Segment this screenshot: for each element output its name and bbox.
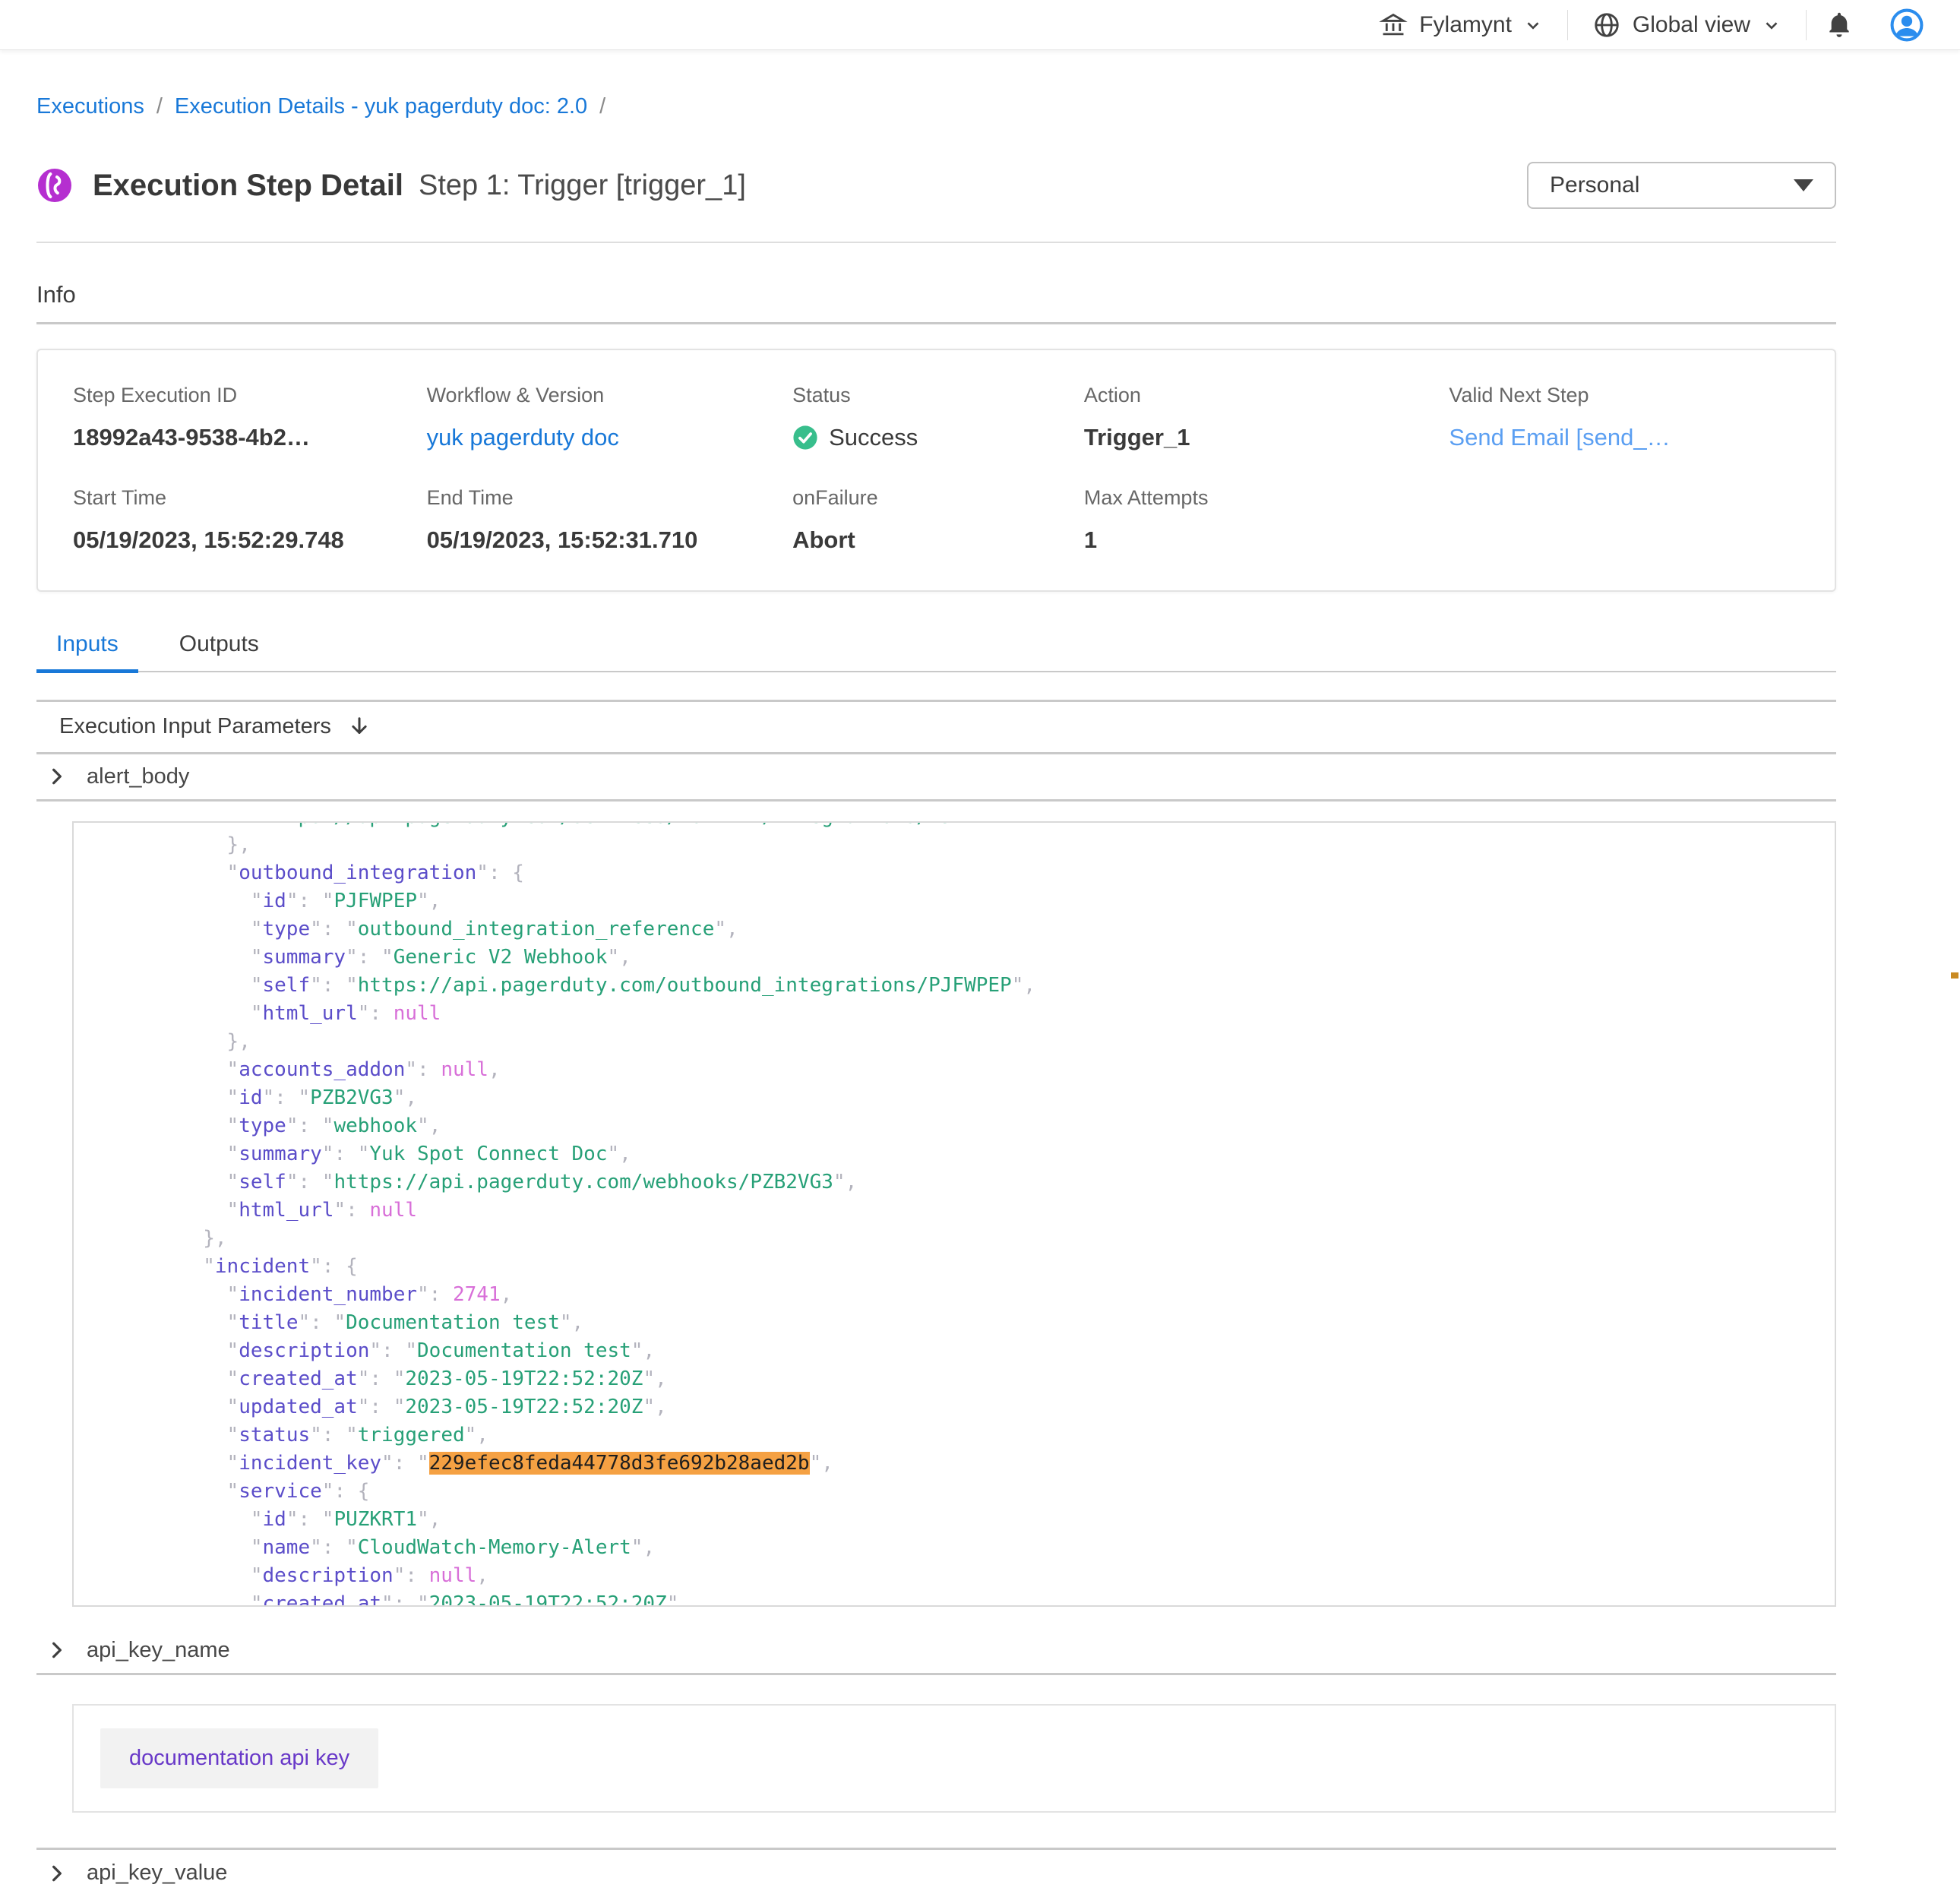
caret-down-icon xyxy=(1794,179,1813,191)
chevron-right-icon xyxy=(47,1864,67,1883)
field-label: Workflow & Version xyxy=(427,384,793,407)
info-field-end-time: End Time 05/19/2023, 15:52:31.710 xyxy=(427,486,793,554)
expander-api-key-value[interactable]: api_key_value xyxy=(36,1850,1836,1897)
field-value: Trigger_1 xyxy=(1084,424,1449,451)
avatar-icon xyxy=(1890,8,1924,42)
title-divider xyxy=(36,242,1836,243)
view-name: Global view xyxy=(1633,12,1750,38)
info-field-workflow-version: Workflow & Version yuk pagerduty doc xyxy=(427,384,793,451)
breadcrumb-link-1[interactable]: Execution Details - yuk pagerduty doc: 2… xyxy=(175,94,587,119)
workflow-link[interactable]: yuk pagerduty doc xyxy=(427,424,619,451)
success-check-icon xyxy=(792,425,818,451)
view-switcher[interactable]: Global view xyxy=(1568,11,1806,40)
execution-input-parameters-header: Execution Input Parameters xyxy=(36,700,1836,754)
tab-inputs[interactable]: Inputs xyxy=(36,631,138,671)
chevron-right-icon xyxy=(47,767,67,786)
download-arrow-icon[interactable] xyxy=(348,716,371,738)
field-value: Send Email [send_… xyxy=(1449,424,1800,451)
params-title: Execution Input Parameters xyxy=(59,714,331,739)
field-label: Max Attempts xyxy=(1084,486,1449,510)
info-field-max-attempts: Max Attempts 1 xyxy=(1084,486,1449,554)
top-header: Fylamynt Global view xyxy=(0,0,1960,50)
info-field-action: Action Trigger_1 xyxy=(1084,384,1449,451)
info-card: Step Execution ID 18992a43-9538-4b2…Workf… xyxy=(36,349,1836,592)
info-field- xyxy=(1449,486,1800,554)
field-label: End Time xyxy=(427,486,793,510)
field-label: onFailure xyxy=(792,486,1084,510)
bank-icon xyxy=(1379,11,1408,40)
info-grid: Step Execution ID 18992a43-9538-4b2…Workf… xyxy=(73,384,1800,554)
page-title: Execution Step Detail xyxy=(93,169,403,203)
info-field-valid-next-step: Valid Next Step Send Email [send_… xyxy=(1449,384,1800,451)
chevron-down-icon xyxy=(1762,15,1781,35)
json-code: "https://api.pagerduty.com/services/PUZK… xyxy=(74,821,1835,1607)
status-badge: Success xyxy=(792,424,1084,451)
api-key-name-chip[interactable]: documentation api key xyxy=(100,1728,378,1788)
notifications-button[interactable] xyxy=(1807,11,1872,40)
field-value: 05/19/2023, 15:52:31.710 xyxy=(427,526,793,554)
field-value: 18992a43-9538-4b2… xyxy=(73,424,427,451)
account-name: Fylamynt xyxy=(1419,12,1512,38)
alert-body-json-viewer[interactable]: "https://api.pagerduty.com/services/PUZK… xyxy=(72,821,1836,1607)
api-key-name-box: documentation api key xyxy=(72,1704,1836,1813)
field-label: Start Time xyxy=(73,486,427,510)
bell-icon xyxy=(1825,11,1854,40)
field-label: Step Execution ID xyxy=(73,384,427,407)
globe-icon xyxy=(1592,11,1621,40)
expander-label: api_key_value xyxy=(87,1861,227,1886)
expander-alert-body[interactable]: alert_body xyxy=(36,754,1836,801)
expander-api-key-name[interactable]: api_key_name xyxy=(36,1628,1836,1675)
info-heading: Info xyxy=(36,281,1836,308)
field-value: Success xyxy=(792,424,1084,451)
field-value: 05/19/2023, 15:52:29.748 xyxy=(73,526,427,554)
info-divider xyxy=(36,322,1836,324)
main-content: Executions / Execution Details - yuk pager… xyxy=(36,94,1836,1897)
field-label: Action xyxy=(1084,384,1449,407)
page-subtitle: Step 1: Trigger [trigger_1] xyxy=(419,169,746,202)
tab-bar: Inputs Outputs xyxy=(36,631,1836,672)
status-text: Success xyxy=(829,424,918,451)
title-row: Execution Step Detail Step 1: Trigger [t… xyxy=(36,148,1836,223)
scrollbar-highlight-marker xyxy=(1951,972,1958,979)
field-value: Abort xyxy=(792,526,1084,554)
expander-label: alert_body xyxy=(87,764,189,789)
scope-select[interactable]: Personal xyxy=(1527,162,1836,209)
field-label: Valid Next Step xyxy=(1449,384,1800,407)
user-avatar-button[interactable] xyxy=(1872,8,1946,42)
scope-select-value: Personal xyxy=(1550,172,1639,198)
breadcrumb: Executions / Execution Details - yuk pager… xyxy=(36,94,1836,119)
chevron-right-icon xyxy=(47,1640,67,1660)
chevron-down-icon xyxy=(1523,15,1543,35)
info-field-onfailure: onFailure Abort xyxy=(792,486,1084,554)
next-step-link[interactable]: Send Email [send_… xyxy=(1449,424,1670,451)
breadcrumb-separator: / xyxy=(599,94,605,119)
expander-label: api_key_name xyxy=(87,1638,230,1663)
breadcrumb-link-0[interactable]: Executions xyxy=(36,94,144,119)
field-label: Status xyxy=(792,384,1084,407)
field-value: 1 xyxy=(1084,526,1449,554)
info-field-status: Status Success xyxy=(792,384,1084,451)
account-switcher[interactable]: Fylamynt xyxy=(1355,11,1567,40)
info-field-start-time: Start Time 05/19/2023, 15:52:29.748 xyxy=(73,486,427,554)
breadcrumb-separator: / xyxy=(156,94,163,119)
tab-outputs[interactable]: Outputs xyxy=(160,631,279,671)
fylamynt-logo-icon xyxy=(36,167,73,204)
info-field-step-execution-id: Step Execution ID 18992a43-9538-4b2… xyxy=(73,384,427,451)
field-value: yuk pagerduty doc xyxy=(427,424,793,451)
